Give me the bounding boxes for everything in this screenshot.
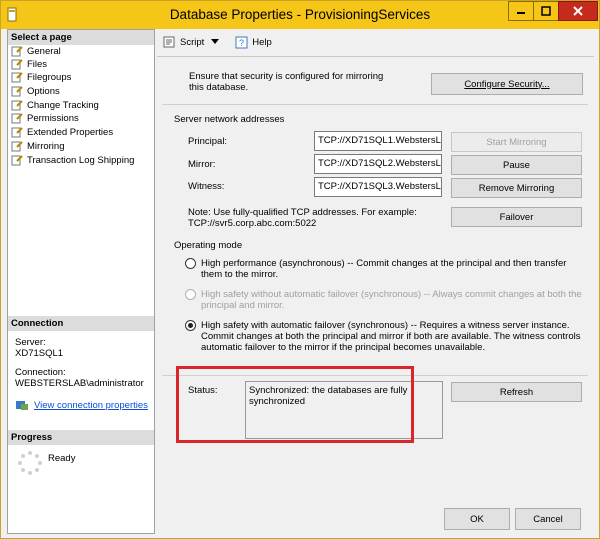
chevron-down-icon[interactable] — [211, 39, 220, 45]
script-icon — [163, 36, 175, 48]
page-item-files[interactable]: Files — [11, 58, 47, 71]
address-note: Note: Use fully-qualified TCP addresses.… — [188, 207, 417, 229]
configure-security-label: Configure Security... — [464, 78, 550, 90]
help-label: Help — [252, 36, 272, 48]
minimize-icon — [517, 12, 525, 14]
pause-button[interactable]: Pause — [451, 155, 582, 175]
toolbar: Script ? Help — [157, 29, 593, 55]
mirroring-page: Ensure that security is configured for m… — [157, 56, 594, 495]
mirror-field[interactable]: TCP://XD71SQL2.WebstersLab.com — [314, 154, 442, 174]
page-item-label: Filegroups — [27, 72, 72, 83]
page-item-mirroring[interactable]: Mirroring — [11, 140, 64, 153]
witness-field[interactable]: TCP://XD71SQL3.WebstersLab.com — [314, 177, 442, 197]
connection-header: Connection — [8, 316, 154, 331]
configure-security-button[interactable]: Configure Security... — [431, 73, 583, 95]
script-button[interactable]: Script — [163, 36, 220, 48]
network-heading: Server network addresses — [174, 114, 285, 125]
database-properties-window: Database Properties - ProvisioningServic… — [0, 0, 600, 539]
cancel-button[interactable]: Cancel — [515, 508, 581, 530]
progress-spinner-icon — [18, 451, 42, 475]
operating-mode-heading: Operating mode — [174, 240, 243, 251]
page-item-label: Options — [27, 86, 60, 97]
principal-field[interactable]: TCP://XD71SQL1.WebstersLab.com — [314, 131, 442, 151]
page-wrench-icon — [11, 86, 23, 97]
page-item-label: Permissions — [27, 113, 79, 124]
page-item-label: Files — [27, 59, 48, 70]
page-item-filegroups[interactable]: Filegroups — [11, 71, 71, 84]
page-item-label: General — [27, 46, 61, 57]
page-item-change-tracking[interactable]: Change Tracking — [11, 99, 99, 112]
security-text: Ensure that security is configured for m… — [189, 71, 384, 93]
server-label: Server: — [15, 337, 46, 348]
start-mirroring-button[interactable]: Start Mirroring — [451, 132, 582, 152]
page-item-extended-properties[interactable]: Extended Properties — [11, 126, 113, 139]
progress-header: Progress — [8, 430, 154, 445]
page-wrench-icon — [11, 59, 23, 70]
refresh-button[interactable]: Refresh — [451, 382, 582, 402]
page-item-label: Mirroring — [27, 141, 65, 152]
failover-button[interactable]: Failover — [451, 207, 582, 227]
page-wrench-icon — [11, 127, 23, 138]
title-bar: Database Properties - ProvisioningServic… — [1, 1, 599, 29]
close-button[interactable] — [558, 1, 598, 21]
connection-label: Connection: — [15, 367, 66, 378]
page-wrench-icon — [11, 155, 23, 166]
maximize-button[interactable] — [533, 1, 559, 21]
mode-high-safety-no-failover-label: High safety without automatic failover (… — [201, 289, 582, 311]
witness-label: Witness: — [188, 181, 225, 192]
separator — [162, 104, 588, 105]
page-wrench-icon — [11, 46, 23, 57]
help-icon: ? — [235, 36, 248, 48]
page-item-transaction-log-shipping[interactable]: Transaction Log Shipping — [11, 154, 134, 167]
svg-text:?: ? — [239, 38, 244, 48]
page-item-permissions[interactable]: Permissions — [11, 112, 79, 125]
ok-button[interactable]: OK — [444, 508, 510, 530]
minimize-button[interactable] — [508, 1, 534, 21]
page-item-label: Change Tracking — [27, 100, 99, 111]
mode-high-performance-radio[interactable] — [185, 258, 196, 269]
mode-high-safety-failover-label: High safety with automatic failover (syn… — [201, 320, 581, 353]
mode-high-safety-no-failover-radio[interactable] — [185, 289, 196, 300]
server-value: XD71SQL1 — [15, 348, 64, 359]
help-button[interactable]: ? Help — [235, 36, 272, 49]
principal-label: Principal: — [188, 136, 228, 147]
mode-high-safety-failover-radio[interactable] — [185, 320, 196, 331]
view-connection-link[interactable]: View connection properties — [34, 400, 148, 411]
close-icon — [573, 6, 583, 16]
mode-high-performance-label: High performance (asynchronous) -- Commi… — [201, 258, 567, 280]
left-pane: Select a page General Files Filegroups O… — [7, 29, 155, 534]
page-wrench-icon — [11, 100, 23, 111]
connection-properties-icon — [16, 401, 28, 410]
page-wrench-icon — [11, 113, 23, 124]
script-label: Script — [180, 36, 205, 48]
maximize-icon — [541, 6, 551, 16]
connection-value: WEBSTERSLAB\administrator — [15, 378, 144, 389]
page-wrench-icon — [11, 72, 23, 83]
page-item-label: Extended Properties — [27, 127, 114, 138]
mirror-label: Mirror: — [188, 159, 216, 170]
progress-status: Ready — [48, 453, 76, 464]
page-item-options[interactable]: Options — [11, 85, 60, 98]
page-item-general[interactable]: General — [11, 45, 61, 58]
remove-mirroring-button[interactable]: Remove Mirroring — [451, 178, 582, 198]
select-page-header: Select a page — [8, 30, 154, 45]
status-highlight-box — [176, 366, 414, 443]
page-item-label: Transaction Log Shipping — [27, 155, 135, 166]
page-wrench-icon — [11, 141, 23, 152]
view-connection-properties[interactable]: View connection properties — [15, 399, 148, 411]
